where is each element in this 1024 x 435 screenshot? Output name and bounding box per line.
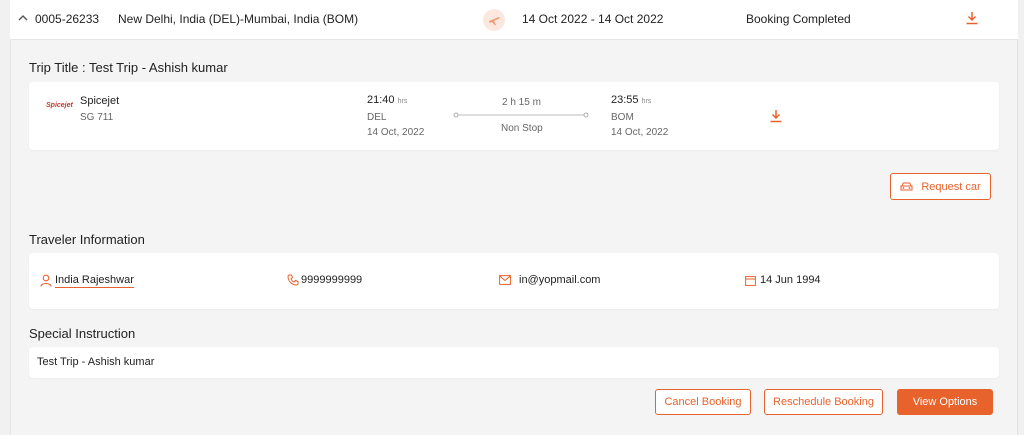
- booking-id: 0005-26233: [35, 12, 100, 26]
- departure-time: 21:40: [367, 94, 395, 106]
- cancel-booking-button[interactable]: Cancel Booking: [655, 389, 751, 415]
- traveler-email: in@yopmail.com: [519, 274, 601, 286]
- booking-status: Booking Completed: [746, 12, 851, 26]
- car-icon: [900, 181, 913, 192]
- traveler-section-title: Traveler Information: [29, 232, 145, 247]
- booking-header-row[interactable]: 0005-26233 New Delhi, India (DEL)-Mumbai…: [10, 0, 1018, 40]
- mail-icon: [499, 275, 511, 285]
- arrival-date: 14 Oct, 2022: [611, 127, 669, 138]
- special-instruction-text: Test Trip - Ashish kumar: [37, 356, 155, 368]
- flight-number: SG 711: [80, 112, 114, 123]
- traveler-card: India Rajeshwar 9999999999 in@yopmail.co…: [29, 253, 999, 309]
- departure-time-group: 21:40 hrs: [367, 94, 407, 106]
- route-line: [453, 111, 589, 119]
- special-instruction-card: Test Trip - Ashish kumar: [29, 347, 999, 378]
- trip-title: Trip Title : Test Trip - Ashish kumar: [29, 60, 228, 75]
- traveler-dob: 14 Jun 1994: [760, 274, 821, 286]
- phone-icon: [287, 274, 299, 286]
- request-car-label: Request car: [921, 180, 981, 193]
- chevron-up-icon[interactable]: [17, 12, 29, 24]
- calendar-icon: [745, 275, 756, 286]
- departure-code: DEL: [367, 112, 387, 123]
- view-options-button[interactable]: View Options: [897, 389, 993, 415]
- download-icon[interactable]: [769, 109, 783, 123]
- departure-unit: hrs: [397, 98, 408, 105]
- departure-date: 14 Oct, 2022: [367, 127, 425, 138]
- special-instruction-title: Special Instruction: [29, 326, 136, 341]
- reschedule-booking-button[interactable]: Reschedule Booking: [764, 389, 883, 415]
- flight-duration: 2 h 15 m: [502, 97, 541, 108]
- airline-name: Spicejet: [80, 95, 120, 107]
- arrival-time-group: 23:55 hrs: [611, 94, 651, 106]
- booking-dates: 14 Oct 2022 - 14 Oct 2022: [522, 12, 664, 26]
- arrival-unit: hrs: [641, 98, 652, 105]
- user-icon: [40, 274, 52, 287]
- airline-logo: Spicejet: [46, 102, 73, 109]
- arrival-time: 23:55: [611, 94, 639, 106]
- download-icon[interactable]: [965, 11, 979, 25]
- traveler-phone: 9999999999: [301, 274, 363, 286]
- booking-route: New Delhi, India (DEL)-Mumbai, India (BO…: [118, 12, 359, 26]
- flight-card: Spicejet Spicejet SG 711 21:40 hrs DEL 1…: [29, 82, 999, 150]
- arrival-code: BOM: [611, 112, 634, 123]
- airplane-icon: [482, 8, 506, 32]
- traveler-name[interactable]: India Rajeshwar: [55, 274, 134, 288]
- flight-stops: Non Stop: [501, 123, 543, 134]
- request-car-button[interactable]: Request car: [890, 173, 991, 200]
